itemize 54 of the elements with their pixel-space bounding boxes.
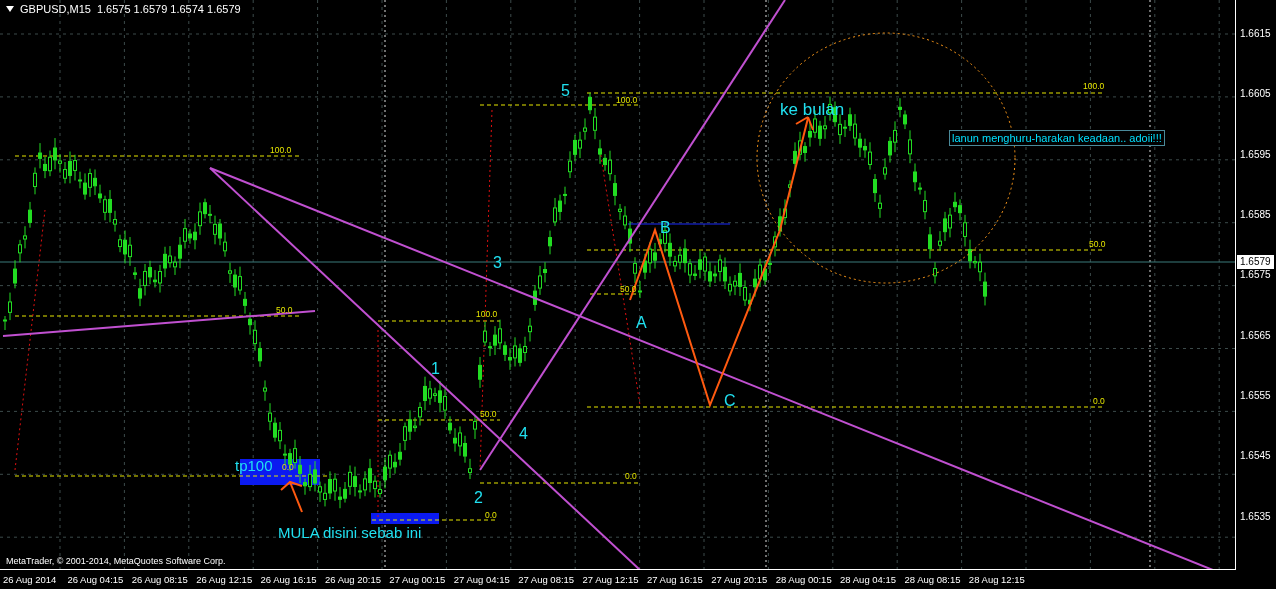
price-axis-label: 1.6585	[1240, 208, 1271, 222]
price-axis-label: 1.6555	[1240, 388, 1271, 403]
comment-label: lanun menghuru-harakan keadaan.. adoii!!!	[949, 130, 1165, 146]
wave-label: 3	[493, 255, 502, 271]
fibonacci-level-label: 100.0	[1083, 82, 1105, 91]
time-axis-label: 26 Aug 08:15	[131, 574, 189, 585]
time-axis-label: 26 Aug 16:15	[260, 574, 318, 585]
fibonacci-level-label: 100.0	[476, 310, 498, 319]
wave-label: 2	[474, 490, 483, 506]
price-axis-label: 1.6595	[1240, 147, 1271, 162]
copyright-text: MetaTrader, © 2001-2014, MetaQuotes Software Corp.	[6, 556, 226, 566]
time-axis-label: 26 Aug 12:15	[196, 574, 254, 585]
time-axis-label: 26 Aug 2014	[3, 574, 58, 585]
price-axis-label: 1.6615	[1240, 27, 1271, 41]
price-axis-label: 1.6535	[1240, 509, 1271, 524]
price-axis-label: 1.6575	[1240, 268, 1271, 283]
wave-label: 1	[431, 361, 440, 377]
arrow-drawing	[795, 116, 814, 131]
price-axis-label: 1.6545	[1240, 449, 1271, 464]
time-axis-label: 28 Aug 00:15	[775, 574, 833, 585]
wave-label: 5	[561, 83, 570, 99]
time-axis-label: 27 Aug 16:15	[646, 574, 704, 585]
wave-label: C	[724, 393, 736, 409]
time-axis-label: 28 Aug 08:15	[904, 574, 962, 585]
quote-values: 1.6575 1.6579 1.6574 1.6579	[96, 3, 241, 15]
current-price-tag: 1.6579	[1237, 255, 1274, 269]
wave-label: 4	[519, 426, 528, 442]
fibonacci-level-label: 50.0	[1089, 240, 1106, 249]
chart-note: MULA disini sebab ini	[278, 525, 422, 540]
fibonacci-level-label: 100.0	[616, 96, 638, 105]
fibonacci-level-label: 50.0	[276, 306, 293, 315]
fibonacci-level-label: 0.0	[485, 511, 497, 520]
fibonacci-level-label: 0.0	[1093, 397, 1105, 406]
time-axis-label: 28 Aug 04:15	[840, 574, 898, 585]
price-axis-label: 1.6605	[1240, 87, 1271, 102]
time-axis-label: 27 Aug 04:15	[453, 574, 511, 585]
time-axis-label: 27 Aug 20:15	[711, 574, 769, 585]
time-axis-label: 26 Aug 20:15	[324, 574, 382, 585]
fibonacci-level-label: 0.0	[282, 463, 294, 472]
time-axis-label: 27 Aug 00:15	[389, 574, 447, 585]
dropdown-triangle-icon[interactable]	[6, 6, 14, 12]
wave-label: B	[660, 220, 671, 236]
fibonacci-level-label: 0.0	[625, 472, 637, 481]
fibonacci-level-label: 100.0	[270, 146, 292, 155]
time-axis-label: 26 Aug 04:15	[67, 574, 125, 585]
arrow-drawing	[280, 480, 303, 513]
fibonacci-level-label: 50.0	[480, 410, 497, 419]
zone-marker	[371, 513, 439, 524]
time-axis-label: 27 Aug 12:15	[582, 574, 640, 585]
wave-label: A	[636, 315, 647, 331]
price-axis-label: 1.6565	[1240, 328, 1271, 343]
time-axis-label: 27 Aug 08:15	[518, 574, 576, 585]
time-axis-label: 28 Aug 12:15	[968, 574, 1026, 585]
symbol-title: GBPUSD,M15	[20, 3, 91, 15]
